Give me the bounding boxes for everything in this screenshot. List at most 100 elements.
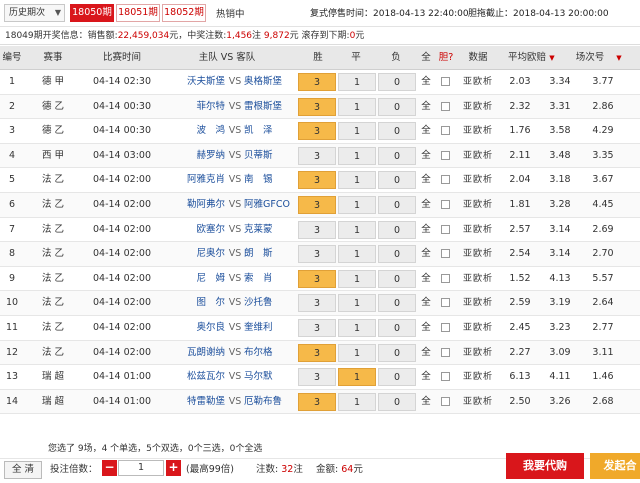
all-option[interactable]: 全 [418, 365, 434, 389]
all-option[interactable]: 全 [418, 144, 434, 168]
home-team[interactable]: 赫罗纳 [162, 144, 225, 168]
all-option[interactable]: 全 [418, 267, 434, 291]
home-team[interactable]: 瓦朗谢纳 [162, 341, 225, 365]
home-team[interactable]: 尼 姆 [162, 267, 225, 291]
win-option[interactable]: 3 [298, 146, 336, 165]
draw-option[interactable]: 1 [338, 220, 376, 239]
all-option[interactable]: 全 [418, 70, 434, 94]
home-team[interactable]: 尼奥尔 [162, 242, 225, 266]
home-team[interactable]: 菲尔特 [162, 95, 225, 119]
dan-checkbox[interactable] [441, 150, 450, 160]
data-links[interactable]: 亚欧析 [458, 365, 498, 389]
dan-checkbox[interactable] [441, 199, 450, 209]
win-option[interactable]: 3 [298, 343, 336, 362]
draw-option[interactable]: 1 [338, 195, 376, 214]
data-links[interactable]: 亚欧析 [458, 390, 498, 414]
lose-option[interactable]: 0 [378, 146, 416, 165]
home-team[interactable]: 奥尔良 [162, 316, 225, 340]
multiplier-input[interactable]: 1 [118, 460, 164, 476]
sort-icon[interactable]: ▼ [547, 46, 557, 70]
lose-option[interactable]: 0 [378, 171, 416, 190]
dan-checkbox[interactable] [441, 322, 450, 332]
away-team[interactable]: 索 肖 [244, 267, 296, 291]
win-option[interactable]: 3 [298, 318, 336, 337]
lose-option[interactable]: 0 [378, 343, 416, 362]
all-option[interactable]: 全 [418, 242, 434, 266]
home-team[interactable]: 欧塞尔 [162, 218, 225, 242]
win-option[interactable]: 3 [298, 269, 336, 288]
dan-checkbox[interactable] [441, 175, 450, 185]
lose-option[interactable]: 0 [378, 368, 416, 387]
period-select[interactable]: 历史期次 ▼ [4, 4, 65, 22]
lose-option[interactable]: 0 [378, 220, 416, 239]
data-links[interactable]: 亚欧析 [458, 341, 498, 365]
data-links[interactable]: 亚欧析 [458, 144, 498, 168]
away-team[interactable]: 奎维利 [244, 316, 296, 340]
away-team[interactable]: 凯 泽 [244, 119, 296, 143]
data-links[interactable]: 亚欧析 [458, 291, 498, 315]
lose-option[interactable]: 0 [378, 195, 416, 214]
lose-option[interactable]: 0 [378, 97, 416, 116]
away-team[interactable]: 沙托鲁 [244, 291, 296, 315]
away-team[interactable]: 厄勒布鲁 [244, 390, 296, 414]
dan-checkbox[interactable] [441, 347, 450, 357]
tab-period-18050[interactable]: 18050期 [70, 4, 114, 22]
away-team[interactable]: 雷根斯堡 [244, 95, 296, 119]
home-team[interactable]: 勒阿弗尔 [162, 193, 225, 217]
lose-option[interactable]: 0 [378, 294, 416, 313]
dan-checkbox[interactable] [441, 101, 450, 111]
buy-button[interactable]: 我要代购 [506, 453, 584, 479]
dan-checkbox[interactable] [441, 77, 450, 86]
home-team[interactable]: 阿雅克肖 [162, 168, 225, 192]
all-option[interactable]: 全 [418, 168, 434, 192]
data-links[interactable]: 亚欧析 [458, 119, 498, 143]
sort-icon[interactable]: ▼ [614, 46, 624, 70]
lose-option[interactable]: 0 [378, 392, 416, 411]
all-option[interactable]: 全 [418, 341, 434, 365]
win-option[interactable]: 3 [298, 392, 336, 411]
lose-option[interactable]: 0 [378, 318, 416, 337]
data-links[interactable]: 亚欧析 [458, 242, 498, 266]
all-option[interactable]: 全 [418, 95, 434, 119]
minus-button[interactable]: − [102, 460, 117, 476]
plus-button[interactable]: + [166, 460, 181, 476]
data-links[interactable]: 亚欧析 [458, 168, 498, 192]
launch-syndicate-button[interactable]: 发起合 [590, 453, 640, 479]
win-option[interactable]: 3 [298, 97, 336, 116]
away-team[interactable]: 朗 斯 [244, 242, 296, 266]
dan-checkbox[interactable] [441, 372, 450, 382]
data-links[interactable]: 亚欧析 [458, 316, 498, 340]
away-team[interactable]: 布尔格 [244, 341, 296, 365]
all-option[interactable]: 全 [418, 291, 434, 315]
home-team[interactable]: 波 鸿 [162, 119, 225, 143]
win-option[interactable]: 3 [298, 220, 336, 239]
draw-option[interactable]: 1 [338, 392, 376, 411]
draw-option[interactable]: 1 [338, 343, 376, 362]
away-team[interactable]: 贝蒂斯 [244, 144, 296, 168]
tab-period-18052[interactable]: 18052期 [162, 4, 206, 22]
win-option[interactable]: 3 [298, 294, 336, 313]
data-links[interactable]: 亚欧析 [458, 70, 498, 94]
dan-checkbox[interactable] [441, 249, 450, 259]
win-option[interactable]: 3 [298, 195, 336, 214]
win-option[interactable]: 3 [298, 245, 336, 264]
home-team[interactable]: 沃夫斯堡 [162, 70, 225, 94]
home-team[interactable]: 松兹瓦尔 [162, 365, 225, 389]
tab-period-18051[interactable]: 18051期 [116, 4, 160, 22]
all-option[interactable]: 全 [418, 316, 434, 340]
dan-checkbox[interactable] [441, 298, 450, 308]
draw-option[interactable]: 1 [338, 171, 376, 190]
home-team[interactable]: 图 尔 [162, 291, 225, 315]
data-links[interactable]: 亚欧析 [458, 218, 498, 242]
win-option[interactable]: 3 [298, 368, 336, 387]
dan-checkbox[interactable] [441, 224, 450, 234]
away-team[interactable]: 阿雅GFCO [244, 193, 296, 217]
away-team[interactable]: 马尔默 [244, 365, 296, 389]
data-links[interactable]: 亚欧析 [458, 267, 498, 291]
draw-option[interactable]: 1 [338, 122, 376, 141]
all-option[interactable]: 全 [418, 390, 434, 414]
draw-option[interactable]: 1 [338, 269, 376, 288]
all-option[interactable]: 全 [418, 193, 434, 217]
dan-checkbox[interactable] [441, 126, 450, 136]
clear-button[interactable]: 全 清 [4, 461, 42, 479]
